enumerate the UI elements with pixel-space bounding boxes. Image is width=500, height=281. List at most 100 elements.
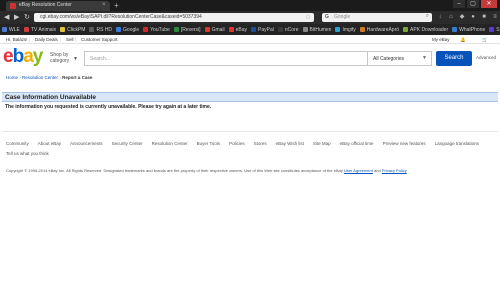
- ebay-top-bar: Hi, Balázs! | Daily Deals | Sell | Custo…: [0, 35, 500, 44]
- bookmark-label: Imgify: [342, 26, 356, 33]
- browser-tab[interactable]: eBay Resolution Center ×: [6, 1, 110, 11]
- footer-link[interactable]: Security Center: [112, 141, 143, 146]
- tab-close-icon[interactable]: ×: [102, 2, 106, 8]
- privacy-policy-link[interactable]: Privacy Policy: [382, 168, 407, 173]
- footer-link[interactable]: Language translations: [435, 141, 479, 146]
- address-bar[interactable]: cgi.ebay.com/ws/eBayISAPI.dll?Resolution…: [34, 13, 314, 22]
- bookmark-favicon-icon: [89, 27, 95, 32]
- bookmark-label: TV Animaix: [30, 26, 57, 33]
- browser-title-bar: eBay Resolution Center × + – ▢ ✕: [0, 0, 500, 11]
- ebay-search-input[interactable]: Search...: [84, 51, 368, 66]
- case-message: The information you requested is current…: [5, 104, 212, 110]
- category-select[interactable]: All Categories ▼: [368, 51, 432, 66]
- advanced-search-link[interactable]: Advanced: [476, 55, 496, 60]
- footer-link[interactable]: eBay Wish list: [276, 141, 304, 146]
- close-window-button[interactable]: ✕: [481, 0, 497, 8]
- bookmark-label: WLE: [9, 26, 20, 33]
- breadcrumb-resolution-center[interactable]: Resolution Center: [22, 75, 58, 80]
- bookmark-item[interactable]: HardwareApró: [359, 26, 400, 33]
- bookmark-item[interactable]: YouTube: [143, 27, 170, 33]
- new-tab-button[interactable]: +: [114, 1, 119, 10]
- footer-link[interactable]: Stores: [254, 141, 267, 146]
- bookmark-label: [Reversi]: [180, 26, 201, 33]
- bookmark-label: WhatPhone: [459, 26, 486, 33]
- footer-link[interactable]: Policies: [229, 141, 245, 146]
- url-text[interactable]: cgi.ebay.com/ws/eBayISAPI.dll?Resolution…: [40, 14, 290, 20]
- bookmark-favicon-icon: [452, 27, 458, 32]
- download-icon[interactable]: ↓: [436, 13, 444, 22]
- feedback-link[interactable]: Tell us what you think: [6, 151, 49, 156]
- greeting[interactable]: Hi, Balázs!: [6, 37, 28, 42]
- bookmark-item[interactable]: ClickPM: [60, 27, 85, 33]
- search-placeholder: Search...: [90, 56, 111, 62]
- daily-deals-link[interactable]: Daily Deals: [35, 37, 58, 42]
- bookmark-favicon-icon: [335, 27, 341, 32]
- cart-icon[interactable]: 🛒: [482, 37, 488, 43]
- bookmark-star-icon[interactable]: ☆: [305, 13, 311, 21]
- customer-support-link[interactable]: Customer Support: [81, 37, 118, 42]
- breadcrumb-home[interactable]: Home: [6, 75, 18, 80]
- google-engine-icon[interactable]: G: [325, 14, 329, 20]
- menu-icon[interactable]: ≡: [491, 13, 499, 22]
- tab-title: eBay Resolution Center: [19, 2, 72, 8]
- user-agreement-link[interactable]: User Agreement: [344, 168, 373, 173]
- share-icon[interactable]: ■: [480, 13, 488, 22]
- search-icon[interactable]: ⌕: [426, 13, 429, 20]
- my-ebay-link[interactable]: My eBay: [432, 37, 450, 42]
- bookmark-label: BitHumen: [309, 26, 332, 33]
- footer-link[interactable]: About eBay: [38, 141, 61, 146]
- footer-divider: [2, 131, 498, 132]
- footer-link[interactable]: Site Map: [313, 141, 331, 146]
- copyright-text: Copyright © 1995-2014 eBay Inc. All Righ…: [6, 168, 407, 173]
- back-icon[interactable]: ◀: [4, 13, 9, 22]
- bookmark-item[interactable]: BitHumen: [302, 26, 332, 33]
- copyright-and: and: [374, 168, 381, 173]
- footer-link[interactable]: eBay official time: [340, 141, 374, 146]
- bookmark-item[interactable]: Google: [116, 27, 139, 33]
- extension-icon[interactable]: ●: [469, 13, 477, 22]
- bookmark-item[interactable]: RS HD: [89, 27, 112, 33]
- bookmark-item[interactable]: nCore: [277, 27, 299, 33]
- bookmark-favicon-icon: [403, 27, 409, 32]
- maximize-button[interactable]: ▢: [467, 0, 479, 8]
- addon-icon[interactable]: ◆: [458, 13, 466, 22]
- ebay-favicon-icon: [10, 3, 16, 9]
- bookmark-item[interactable]: SULI: [489, 27, 500, 33]
- footer-link[interactable]: Preview new features: [383, 141, 426, 146]
- bookmark-favicon-icon: [60, 27, 66, 32]
- bookmark-label: HardwareApró: [366, 26, 400, 33]
- shop-by-category-button[interactable]: Shop by category: [50, 52, 74, 64]
- minimize-button[interactable]: –: [453, 0, 465, 8]
- bookmark-favicon-icon: [2, 27, 7, 32]
- bookmark-item[interactable]: [Reversi]: [173, 26, 201, 33]
- reload-icon[interactable]: ↻: [24, 13, 30, 22]
- bookmarks-bar: WLE TV Animaix ClickPM RS HD Google YouTube [R…: [0, 24, 500, 35]
- ebay-page: Hi, Balázs! | Daily Deals | Sell | Custo…: [0, 35, 500, 281]
- search-button[interactable]: Search: [436, 51, 472, 66]
- browser-search-box[interactable]: G Google ⌕: [322, 13, 432, 22]
- footer-link[interactable]: Buyer Tools: [197, 141, 220, 146]
- home-icon[interactable]: ⌂: [447, 13, 455, 22]
- bookmark-item[interactable]: TV Animaix: [23, 26, 57, 33]
- bookmark-favicon-icon: [23, 27, 29, 32]
- bookmark-item[interactable]: Imgify: [335, 26, 356, 33]
- sell-link[interactable]: Sell: [66, 37, 74, 42]
- bookmark-item[interactable]: eBay: [228, 27, 247, 33]
- footer-link[interactable]: Resolution Center: [152, 141, 188, 146]
- footer-link[interactable]: Community: [6, 141, 29, 146]
- forward-icon[interactable]: ▶: [14, 13, 19, 22]
- bookmark-item[interactable]: APK Downloader: [403, 27, 448, 33]
- bookmark-label: SULI: [496, 26, 500, 33]
- bookmark-item[interactable]: PayPal: [251, 27, 274, 33]
- bookmark-item[interactable]: WhatPhone: [452, 27, 485, 33]
- bookmark-item[interactable]: WLE: [2, 27, 20, 33]
- footer-link[interactable]: Announcements: [70, 141, 103, 146]
- browser-navigation-bar: ◀ ▶ ↻ cgi.ebay.com/ws/eBayISAPI.dll?Reso…: [0, 11, 500, 24]
- bookmark-item[interactable]: Gmail: [204, 27, 225, 33]
- notifications-icon[interactable]: 🔔: [460, 37, 466, 43]
- bookmark-favicon-icon: [173, 27, 179, 32]
- ebay-logo[interactable]: ebay: [3, 46, 43, 68]
- breadcrumb: Home › Resolution Center › Report a Case: [6, 75, 92, 80]
- breadcrumb-current: Report a Case: [62, 75, 93, 80]
- browser-search-placeholder: Google: [334, 14, 351, 20]
